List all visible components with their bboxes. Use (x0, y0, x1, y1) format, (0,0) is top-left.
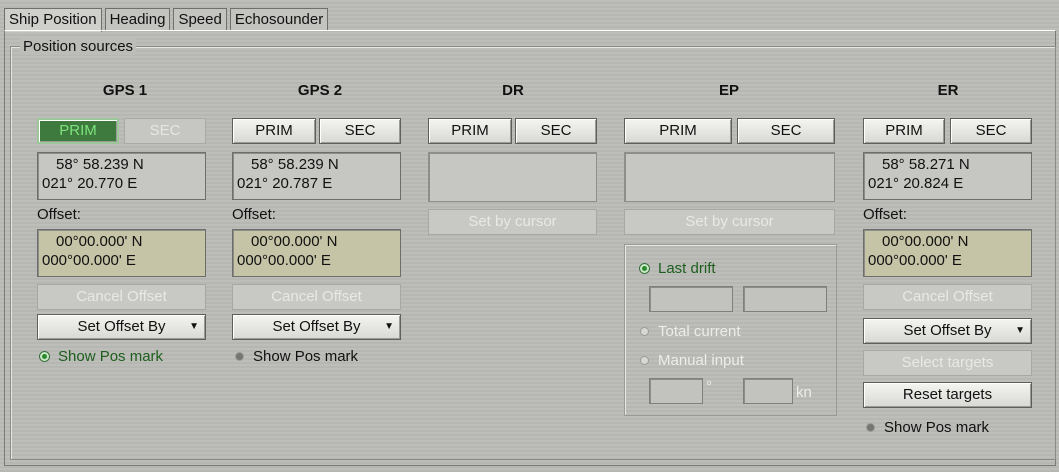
tab-speed[interactable]: Speed (173, 8, 227, 30)
dr-position-field (428, 152, 597, 202)
er-set-offset-dropdown[interactable]: Set Offset By ▼ (863, 318, 1032, 344)
gps1-show-pos-mark[interactable]: Show Pos mark (40, 348, 163, 365)
radio-off-icon (235, 352, 244, 361)
gps1-show-pos-label: Show Pos mark (58, 348, 164, 365)
dr-title: DR (502, 82, 524, 99)
er-select-targets-button[interactable]: Select targets (863, 350, 1032, 376)
ep-last-drift-label: Last drift (658, 260, 716, 277)
ep-direction-field[interactable] (649, 378, 703, 404)
er-offset-label: Offset: (863, 206, 907, 223)
radio-on-icon (40, 352, 49, 361)
er-show-pos-label: Show Pos mark (884, 419, 990, 436)
radio-on-icon (640, 264, 649, 273)
gps2-lon: 021° 20.787 E (237, 175, 333, 192)
tab-echosounder[interactable]: Echosounder (229, 8, 329, 30)
er-cancel-offset-button[interactable]: Cancel Offset (863, 284, 1032, 310)
gps2-set-offset-dropdown[interactable]: Set Offset By ▼ (232, 314, 401, 340)
ep-drift-field-2[interactable] (743, 286, 827, 312)
ep-sec-button[interactable]: SEC (737, 118, 835, 144)
gps1-title: GPS 1 (102, 82, 148, 99)
dr-set-by-cursor-button[interactable]: Set by cursor (428, 209, 597, 235)
tab-heading[interactable]: Heading (104, 8, 171, 30)
ep-drift-field-1[interactable] (649, 286, 733, 312)
ep-set-by-cursor-button[interactable]: Set by cursor (624, 209, 835, 235)
er-offset-lat: 00°00.000' N (882, 233, 969, 250)
gps1-prim-button[interactable]: PRIM (37, 118, 119, 144)
er-lat: 58° 58.271 N (882, 156, 970, 173)
gps1-lat: 58° 58.239 N (56, 156, 144, 173)
ep-prim-button[interactable]: PRIM (624, 118, 732, 144)
tab-ship-position[interactable]: Ship Position (4, 8, 102, 32)
radio-off-icon (640, 327, 649, 336)
ep-position-field (624, 152, 835, 202)
er-lon: 021° 20.824 E (868, 175, 964, 192)
ep-total-current-radio[interactable]: Total current (640, 323, 741, 340)
gps2-title: GPS 2 (297, 82, 343, 99)
gps1-set-offset-label: Set Offset By (77, 318, 166, 335)
chevron-down-icon: ▼ (384, 321, 394, 332)
gps1-lon: 021° 20.770 E (42, 175, 138, 192)
gps2-offset-lat: 00°00.000' N (251, 233, 338, 250)
ep-total-current-label: Total current (658, 323, 741, 340)
gps2-lat: 58° 58.239 N (251, 156, 339, 173)
radio-off-icon (640, 356, 649, 365)
gps2-set-offset-label: Set Offset By (272, 318, 361, 335)
gps2-offset-field[interactable]: 00°00.000' N 000°00.000' E (232, 229, 401, 277)
ep-manual-input-radio[interactable]: Manual input (640, 352, 744, 369)
gps2-sec-button[interactable]: SEC (319, 118, 401, 144)
er-reset-targets-button[interactable]: Reset targets (863, 382, 1032, 408)
gps2-offset-label: Offset: (232, 206, 276, 223)
ep-title: EP (718, 82, 739, 99)
ship-position-window: Ship Position Heading Speed Echosounder … (0, 0, 1059, 472)
chevron-down-icon: ▼ (1015, 325, 1025, 336)
gps1-offset-lon: 000°00.000' E (42, 252, 136, 269)
gps1-offset-lat: 00°00.000' N (56, 233, 143, 250)
ep-manual-input-label: Manual input (658, 352, 744, 369)
er-prim-button[interactable]: PRIM (863, 118, 945, 144)
er-offset-lon: 000°00.000' E (868, 252, 962, 269)
ep-knots-unit: kn (796, 384, 812, 401)
gps2-prim-button[interactable]: PRIM (232, 118, 316, 144)
gps1-cancel-offset-button[interactable]: Cancel Offset (37, 284, 206, 310)
chevron-down-icon: ▼ (189, 321, 199, 332)
ep-degree-unit: ° (706, 378, 712, 395)
ep-speed-field[interactable] (743, 378, 793, 404)
gps1-sec-button[interactable]: SEC (124, 118, 206, 144)
ep-last-drift-radio[interactable]: Last drift (640, 260, 716, 277)
gps1-offset-label: Offset: (37, 206, 81, 223)
er-offset-field[interactable]: 00°00.000' N 000°00.000' E (863, 229, 1032, 277)
er-show-pos-mark[interactable]: Show Pos mark (866, 419, 989, 436)
gps1-offset-field[interactable]: 00°00.000' N 000°00.000' E (37, 229, 206, 277)
tab-bar: Ship Position Heading Speed Echosounder (4, 8, 331, 32)
er-sec-button[interactable]: SEC (950, 118, 1032, 144)
gps2-position-field: 58° 58.239 N 021° 20.787 E (232, 152, 401, 200)
dr-sec-button[interactable]: SEC (515, 118, 597, 144)
gps2-show-pos-label: Show Pos mark (253, 348, 359, 365)
er-position-field: 58° 58.271 N 021° 20.824 E (863, 152, 1032, 200)
er-set-offset-label: Set Offset By (903, 322, 992, 339)
group-label: Position sources (20, 38, 137, 55)
gps1-position-field: 58° 58.239 N 021° 20.770 E (37, 152, 206, 200)
gps2-cancel-offset-button[interactable]: Cancel Offset (232, 284, 401, 310)
dr-prim-button[interactable]: PRIM (428, 118, 512, 144)
gps2-offset-lon: 000°00.000' E (237, 252, 331, 269)
gps1-set-offset-dropdown[interactable]: Set Offset By ▼ (37, 314, 206, 340)
er-title: ER (937, 82, 959, 99)
gps2-show-pos-mark[interactable]: Show Pos mark (235, 348, 358, 365)
radio-off-icon (866, 423, 875, 432)
